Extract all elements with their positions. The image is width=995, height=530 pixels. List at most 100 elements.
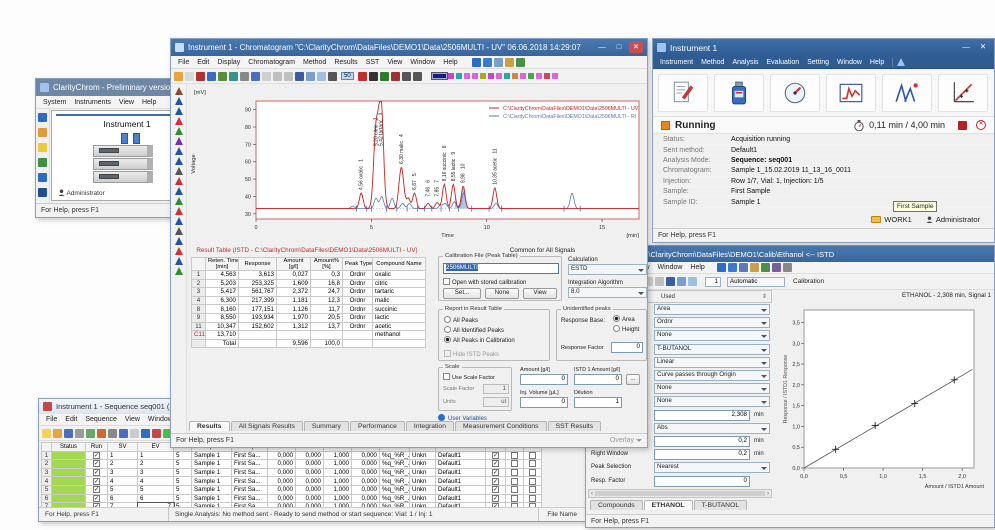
signal-color-swatch[interactable] xyxy=(520,73,526,79)
settings-icon[interactable] xyxy=(783,263,792,272)
chromatogram-tool-icon[interactable] xyxy=(175,177,183,185)
table-cell[interactable]: Ordnr xyxy=(343,271,373,280)
paste-icon[interactable] xyxy=(262,72,271,81)
copy-icon[interactable] xyxy=(119,429,128,438)
table-cell[interactable]: ✓ xyxy=(86,485,108,494)
table-cell[interactable]: oxalic xyxy=(373,271,426,280)
zoom-in-icon[interactable] xyxy=(666,277,675,286)
cut-icon[interactable] xyxy=(108,429,117,438)
table-cell[interactable]: Ordnr xyxy=(343,279,373,288)
table-cell[interactable] xyxy=(524,460,542,469)
table-cell[interactable]: 20,5 xyxy=(311,313,343,322)
table-cell[interactable] xyxy=(52,477,86,486)
signal-color-swatch[interactable] xyxy=(544,73,550,79)
integration-algorithm-dropdown[interactable]: 8.0 xyxy=(568,287,647,298)
open-icon[interactable] xyxy=(174,72,183,81)
table-cell[interactable]: malic xyxy=(373,296,426,305)
table-cell[interactable]: 5 xyxy=(42,485,52,494)
calibration-field-none[interactable]: None xyxy=(654,396,770,407)
settings-wrench-icon[interactable] xyxy=(328,72,337,81)
table-cell[interactable]: 1 xyxy=(138,451,174,460)
table-cell[interactable]: ✓ xyxy=(486,494,506,503)
table-cell[interactable] xyxy=(506,460,524,469)
table-cell[interactable]: 0,000 xyxy=(268,460,296,469)
table-cell[interactable] xyxy=(373,339,426,348)
table-cell[interactable]: 561,767 xyxy=(239,288,277,297)
height-radio[interactable]: Height xyxy=(613,325,639,333)
chromatogram-tool-icon[interactable] xyxy=(175,147,183,155)
table-cell[interactable] xyxy=(239,339,277,348)
chromatogram-tool-icon[interactable] xyxy=(175,187,183,195)
zoom-in-icon[interactable] xyxy=(295,72,304,81)
data-acquisition-button[interactable] xyxy=(826,74,876,112)
table-cell[interactable]: 0,000 xyxy=(268,485,296,494)
all-peaks-radio[interactable]: All Peaks xyxy=(444,316,478,324)
table-cell[interactable]: 13,7 xyxy=(311,322,343,331)
column-header[interactable]: Compound Name xyxy=(373,258,426,271)
close-button[interactable]: ✕ xyxy=(629,42,643,53)
table-cell[interactable]: 0,000 xyxy=(352,485,380,494)
menu-item-method[interactable]: Method xyxy=(697,59,728,66)
hplc-instrument-image[interactable] xyxy=(93,145,161,183)
calibration-field-2-308[interactable]: 2,308 xyxy=(654,410,750,421)
chromatogram-tool-icon[interactable] xyxy=(175,87,183,95)
table-cell[interactable]: 2 xyxy=(42,460,52,469)
chromatogram-tool-icon[interactable] xyxy=(175,197,183,205)
table-cell[interactable]: 4 xyxy=(192,296,206,305)
table-cell[interactable]: 4 xyxy=(42,477,52,486)
calibration-field-ordnr[interactable]: Ordnr xyxy=(654,317,770,328)
chromatogram-tool-icon[interactable] xyxy=(175,217,183,225)
horizontal-scrollbar[interactable]: ‹› xyxy=(588,489,772,498)
table-cell[interactable]: 0,000 xyxy=(268,468,296,477)
table-cell[interactable]: Sample 1 xyxy=(192,460,232,469)
table-cell[interactable]: 193,934 xyxy=(239,313,277,322)
table-cell[interactable]: 6 xyxy=(42,494,52,503)
table-cell[interactable]: 9 xyxy=(192,313,206,322)
table-cell[interactable]: Unkn xyxy=(410,477,436,486)
table-cell[interactable]: 1,126 xyxy=(277,305,311,314)
new-icon[interactable] xyxy=(42,429,51,438)
table-cell[interactable]: 6,300 xyxy=(206,296,239,305)
table-cell[interactable] xyxy=(311,331,343,340)
table-cell[interactable]: 3 xyxy=(138,468,174,477)
signal-color-swatch[interactable] xyxy=(448,73,454,79)
spinner-icon[interactable]: ⇕ xyxy=(762,293,767,300)
table-cell[interactable] xyxy=(52,485,86,494)
undo-icon[interactable] xyxy=(273,72,282,81)
save-icon[interactable] xyxy=(185,72,194,81)
table-cell[interactable]: 10,347 xyxy=(206,322,239,331)
calibration-field-curve-passes-through-origin[interactable]: Curve passes through Origin xyxy=(654,370,770,381)
signal-color-swatch[interactable] xyxy=(536,73,542,79)
method-setup-icon[interactable] xyxy=(472,58,481,67)
table-cell[interactable]: ✓ xyxy=(486,485,506,494)
calibration-field-0-2[interactable]: 0,2 xyxy=(654,436,750,447)
table-cell[interactable]: Sample 1 xyxy=(192,468,232,477)
calibration-field-area[interactable]: Area xyxy=(654,304,770,315)
table-cell[interactable]: 13,710 xyxy=(206,331,239,340)
tab-ethanol[interactable]: ETHANOL xyxy=(644,500,693,510)
menu-item-chromatogram[interactable]: Chromatogram xyxy=(244,59,299,66)
table-cell[interactable]: Ordnr xyxy=(343,296,373,305)
menu-item-evaluation[interactable]: Evaluation xyxy=(763,59,804,66)
table-cell[interactable] xyxy=(343,339,373,348)
table-cell[interactable]: 253,325 xyxy=(239,279,277,288)
table-cell[interactable]: 152,602 xyxy=(239,322,277,331)
menu-item-window[interactable]: Window xyxy=(833,59,866,66)
table-cell[interactable]: 5 xyxy=(174,494,192,503)
print-icon[interactable] xyxy=(196,72,205,81)
table-cell[interactable]: lactic xyxy=(373,313,426,322)
chromatogram-tool-icon[interactable] xyxy=(175,267,183,275)
table-cell[interactable]: Sample 1 xyxy=(192,477,232,486)
open-chromatogram-icon[interactable] xyxy=(728,263,737,272)
calibration-file-input[interactable]: 2506MULTI xyxy=(443,263,559,274)
table-cell[interactable]: ✓ xyxy=(86,451,108,460)
all-peaks-in-calibration-radio[interactable]: All Peaks in Calibration xyxy=(444,336,515,344)
copy-icon[interactable] xyxy=(251,72,260,81)
menu-item-view[interactable]: View xyxy=(121,416,144,423)
calibration-field-right-window[interactable]: 0,2 xyxy=(654,449,750,460)
globe-icon[interactable] xyxy=(38,188,47,197)
tab-summary[interactable]: Summary xyxy=(304,421,349,431)
chromatogram-tool-icon[interactable] xyxy=(175,117,183,125)
table-cell[interactable]: 2,372 xyxy=(277,288,311,297)
table-cell[interactable]: 5 xyxy=(174,468,192,477)
